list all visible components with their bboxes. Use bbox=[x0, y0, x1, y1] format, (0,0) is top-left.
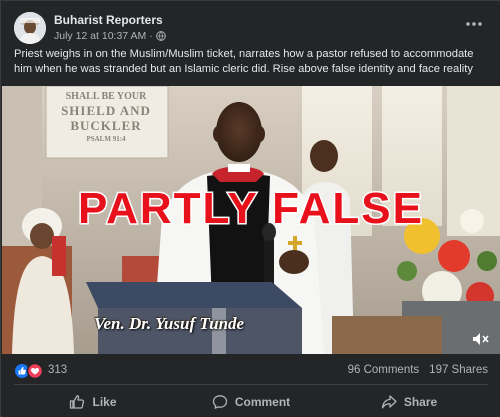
meta-separator: · bbox=[149, 30, 153, 42]
post-caption: Priest weighs in on the Muslim/Muslim ti… bbox=[14, 48, 474, 75]
comment-bubble-icon bbox=[212, 395, 227, 409]
post-actions: Like Comment Share bbox=[14, 388, 488, 416]
like-label: Like bbox=[92, 395, 117, 409]
post-timestamp[interactable]: July 12 at 10:37 AM bbox=[54, 30, 146, 42]
engagement-counts: 96 Comments 197 Shares bbox=[348, 364, 488, 376]
post-video[interactable]: SHALL BE YOUR SHIELD AND BUCKLER PSALM 9… bbox=[2, 86, 500, 354]
love-icon bbox=[26, 363, 44, 379]
share-arrow-icon bbox=[381, 395, 397, 409]
fact-check-label: PARTLY FALSE bbox=[77, 183, 424, 235]
like-button[interactable]: Like bbox=[14, 388, 172, 416]
post-frame: Buharist Reporters July 12 at 10:37 AM ·… bbox=[0, 0, 500, 417]
comment-button[interactable]: Comment bbox=[172, 388, 330, 416]
banner-line-1: SHALL BE YOUR bbox=[65, 91, 147, 102]
banner-line-3: BUCKLER bbox=[70, 118, 142, 133]
banner-line-4: PSALM 91:4 bbox=[86, 135, 126, 143]
comment-label: Comment bbox=[234, 395, 291, 409]
post-meta: July 12 at 10:37 AM · bbox=[54, 30, 166, 42]
avatar-portrait-icon bbox=[14, 12, 46, 44]
fact-check-stamp: PARTLY FALSE bbox=[2, 183, 500, 235]
share-button[interactable]: Share bbox=[330, 388, 488, 416]
page-name-link[interactable]: Buharist Reporters bbox=[54, 13, 163, 27]
post-header: Buharist Reporters July 12 at 10:37 AM · bbox=[14, 10, 488, 44]
volume-muted-icon[interactable] bbox=[472, 332, 490, 346]
speaker-nameplate: Ven. Dr. Yusuf Tunde bbox=[94, 314, 245, 333]
post-stats: 313 96 Comments 197 Shares bbox=[14, 360, 488, 382]
thumbs-up-icon bbox=[70, 395, 85, 409]
shares-count[interactable]: 197 Shares bbox=[429, 364, 488, 376]
page-avatar[interactable] bbox=[14, 12, 46, 44]
banner-line-2: SHIELD AND bbox=[61, 103, 151, 118]
church-banner: SHALL BE YOUR SHIELD AND BUCKLER PSALM 9… bbox=[46, 88, 166, 156]
reaction-count[interactable]: 313 bbox=[48, 364, 67, 376]
facebook-post: Buharist Reporters July 12 at 10:37 AM ·… bbox=[2, 2, 500, 417]
share-label: Share bbox=[403, 395, 438, 409]
more-options-icon[interactable] bbox=[462, 14, 486, 34]
action-divider bbox=[14, 384, 488, 385]
reaction-icons[interactable] bbox=[14, 363, 44, 379]
globe-icon bbox=[155, 31, 166, 41]
comments-count[interactable]: 96 Comments bbox=[348, 364, 420, 376]
